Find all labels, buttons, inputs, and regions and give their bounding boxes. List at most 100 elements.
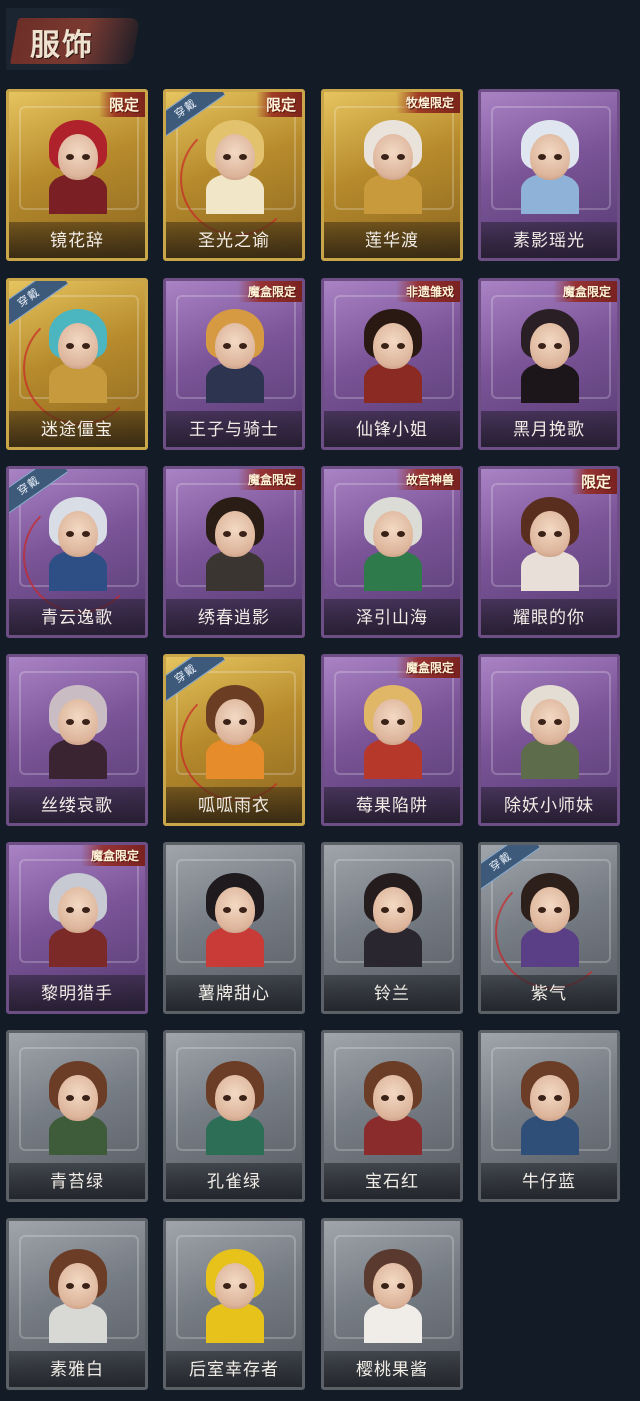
portrait-eye <box>397 154 405 160</box>
portrait-eye <box>381 1095 389 1101</box>
character-portrait <box>360 116 426 214</box>
costume-card[interactable]: 莓果陷阱 魔盒限定 <box>321 654 463 826</box>
limited-tag: 限定 <box>570 469 617 494</box>
portrait-eye <box>554 1095 562 1101</box>
costume-name: 樱桃果酱 <box>356 1360 428 1380</box>
costume-name: 镜花辞 <box>50 231 104 251</box>
portrait-eye <box>82 1283 90 1289</box>
portrait-face <box>215 1075 255 1121</box>
limited-tag: 魔盒限定 <box>552 281 617 302</box>
portrait-face <box>215 511 255 557</box>
costume-card[interactable]: 圣光之谕 限定 穿戴 <box>163 89 305 261</box>
portrait-eye <box>554 154 562 160</box>
character-portrait <box>517 681 583 779</box>
portrait-face <box>373 1263 413 1309</box>
portrait-eye <box>223 719 231 725</box>
portrait-outfit <box>364 174 422 214</box>
costume-name: 牛仔蓝 <box>522 1172 576 1192</box>
costume-card[interactable]: 后室幸存者 <box>163 1218 305 1390</box>
portrait-eye <box>381 1283 389 1289</box>
portrait-eye <box>239 1283 247 1289</box>
costume-card[interactable]: 镜花辞 限定 <box>6 89 148 261</box>
portrait-eye <box>66 719 74 725</box>
portrait-outfit <box>364 363 422 403</box>
costume-card[interactable]: 仙锋小姐 非遗雏戏 <box>321 278 463 450</box>
costume-card[interactable]: 铃兰 <box>321 842 463 1014</box>
costume-name: 青苔绿 <box>50 1172 104 1192</box>
portrait-outfit <box>49 551 107 591</box>
costume-card[interactable]: 黑月挽歌 魔盒限定 <box>478 278 620 450</box>
portrait-face <box>373 699 413 745</box>
costume-card[interactable]: 宝石红 <box>321 1030 463 1202</box>
costume-name: 宝石红 <box>365 1172 419 1192</box>
costume-card[interactable]: 黎明猎手 魔盒限定 <box>6 842 148 1014</box>
portrait-eye <box>239 1095 247 1101</box>
costume-card[interactable]: 牛仔蓝 <box>478 1030 620 1202</box>
costume-card[interactable]: 素影瑶光 <box>478 89 620 261</box>
character-portrait <box>360 1057 426 1155</box>
costume-card[interactable]: 王子与骑士 魔盒限定 <box>163 278 305 450</box>
character-portrait <box>360 493 426 591</box>
portrait-face <box>530 1075 570 1121</box>
costume-card[interactable]: 莲华渡 牧煌限定 <box>321 89 463 261</box>
portrait-outfit <box>364 739 422 779</box>
character-portrait <box>517 869 583 967</box>
character-portrait <box>360 305 426 403</box>
costume-card[interactable]: 耀眼的你 限定 <box>478 466 620 638</box>
costume-name: 后室幸存者 <box>189 1360 279 1380</box>
portrait-face <box>58 1263 98 1309</box>
portrait-eye <box>397 1283 405 1289</box>
portrait-eye <box>538 907 546 913</box>
costume-card[interactable]: 紫气 穿戴 <box>478 842 620 1014</box>
costume-name: 仙锋小姐 <box>356 420 428 440</box>
costume-name: 莓果陷阱 <box>356 796 428 816</box>
costume-card[interactable]: 迷途僵宝 穿戴 <box>6 278 148 450</box>
portrait-outfit <box>364 1115 422 1155</box>
portrait-eye <box>554 531 562 537</box>
costume-name: 莲华渡 <box>365 231 419 251</box>
portrait-face <box>530 134 570 180</box>
costume-name: 丝缕哀歌 <box>41 796 113 816</box>
portrait-eye <box>223 531 231 537</box>
costume-card[interactable]: 绣春逍影 魔盒限定 <box>163 466 305 638</box>
character-portrait <box>202 116 268 214</box>
portrait-face <box>215 887 255 933</box>
portrait-outfit <box>364 1303 422 1343</box>
portrait-eye <box>538 531 546 537</box>
character-portrait <box>45 493 111 591</box>
costume-card[interactable]: 樱桃果酱 <box>321 1218 463 1390</box>
costume-card[interactable]: 素雅白 <box>6 1218 148 1390</box>
costume-card[interactable]: 薯牌甜心 <box>163 842 305 1014</box>
portrait-eye <box>66 343 74 349</box>
costume-card[interactable]: 呱呱雨衣 穿戴 <box>163 654 305 826</box>
costume-card[interactable]: 除妖小师妹 <box>478 654 620 826</box>
portrait-outfit <box>206 927 264 967</box>
portrait-eye <box>239 343 247 349</box>
portrait-face <box>530 323 570 369</box>
portrait-outfit <box>206 739 264 779</box>
portrait-outfit <box>521 363 579 403</box>
portrait-eye <box>82 154 90 160</box>
costume-card[interactable]: 青苔绿 <box>6 1030 148 1202</box>
portrait-eye <box>223 1283 231 1289</box>
portrait-outfit <box>521 1115 579 1155</box>
costume-name: 除妖小师妹 <box>504 796 594 816</box>
portrait-outfit <box>364 551 422 591</box>
character-portrait <box>202 493 268 591</box>
portrait-outfit <box>206 363 264 403</box>
portrait-face <box>373 323 413 369</box>
costume-card[interactable]: 丝缕哀歌 <box>6 654 148 826</box>
portrait-outfit <box>206 551 264 591</box>
portrait-eye <box>82 719 90 725</box>
costume-card[interactable]: 青云逸歌 穿戴 <box>6 466 148 638</box>
portrait-eye <box>538 154 546 160</box>
character-portrait <box>45 1057 111 1155</box>
costume-name: 耀眼的你 <box>513 608 585 628</box>
portrait-eye <box>381 154 389 160</box>
portrait-face <box>215 323 255 369</box>
costume-card[interactable]: 孔雀绿 <box>163 1030 305 1202</box>
portrait-outfit <box>521 174 579 214</box>
portrait-face <box>373 887 413 933</box>
costume-card[interactable]: 泽引山海 故宫神兽 <box>321 466 463 638</box>
portrait-outfit <box>364 927 422 967</box>
